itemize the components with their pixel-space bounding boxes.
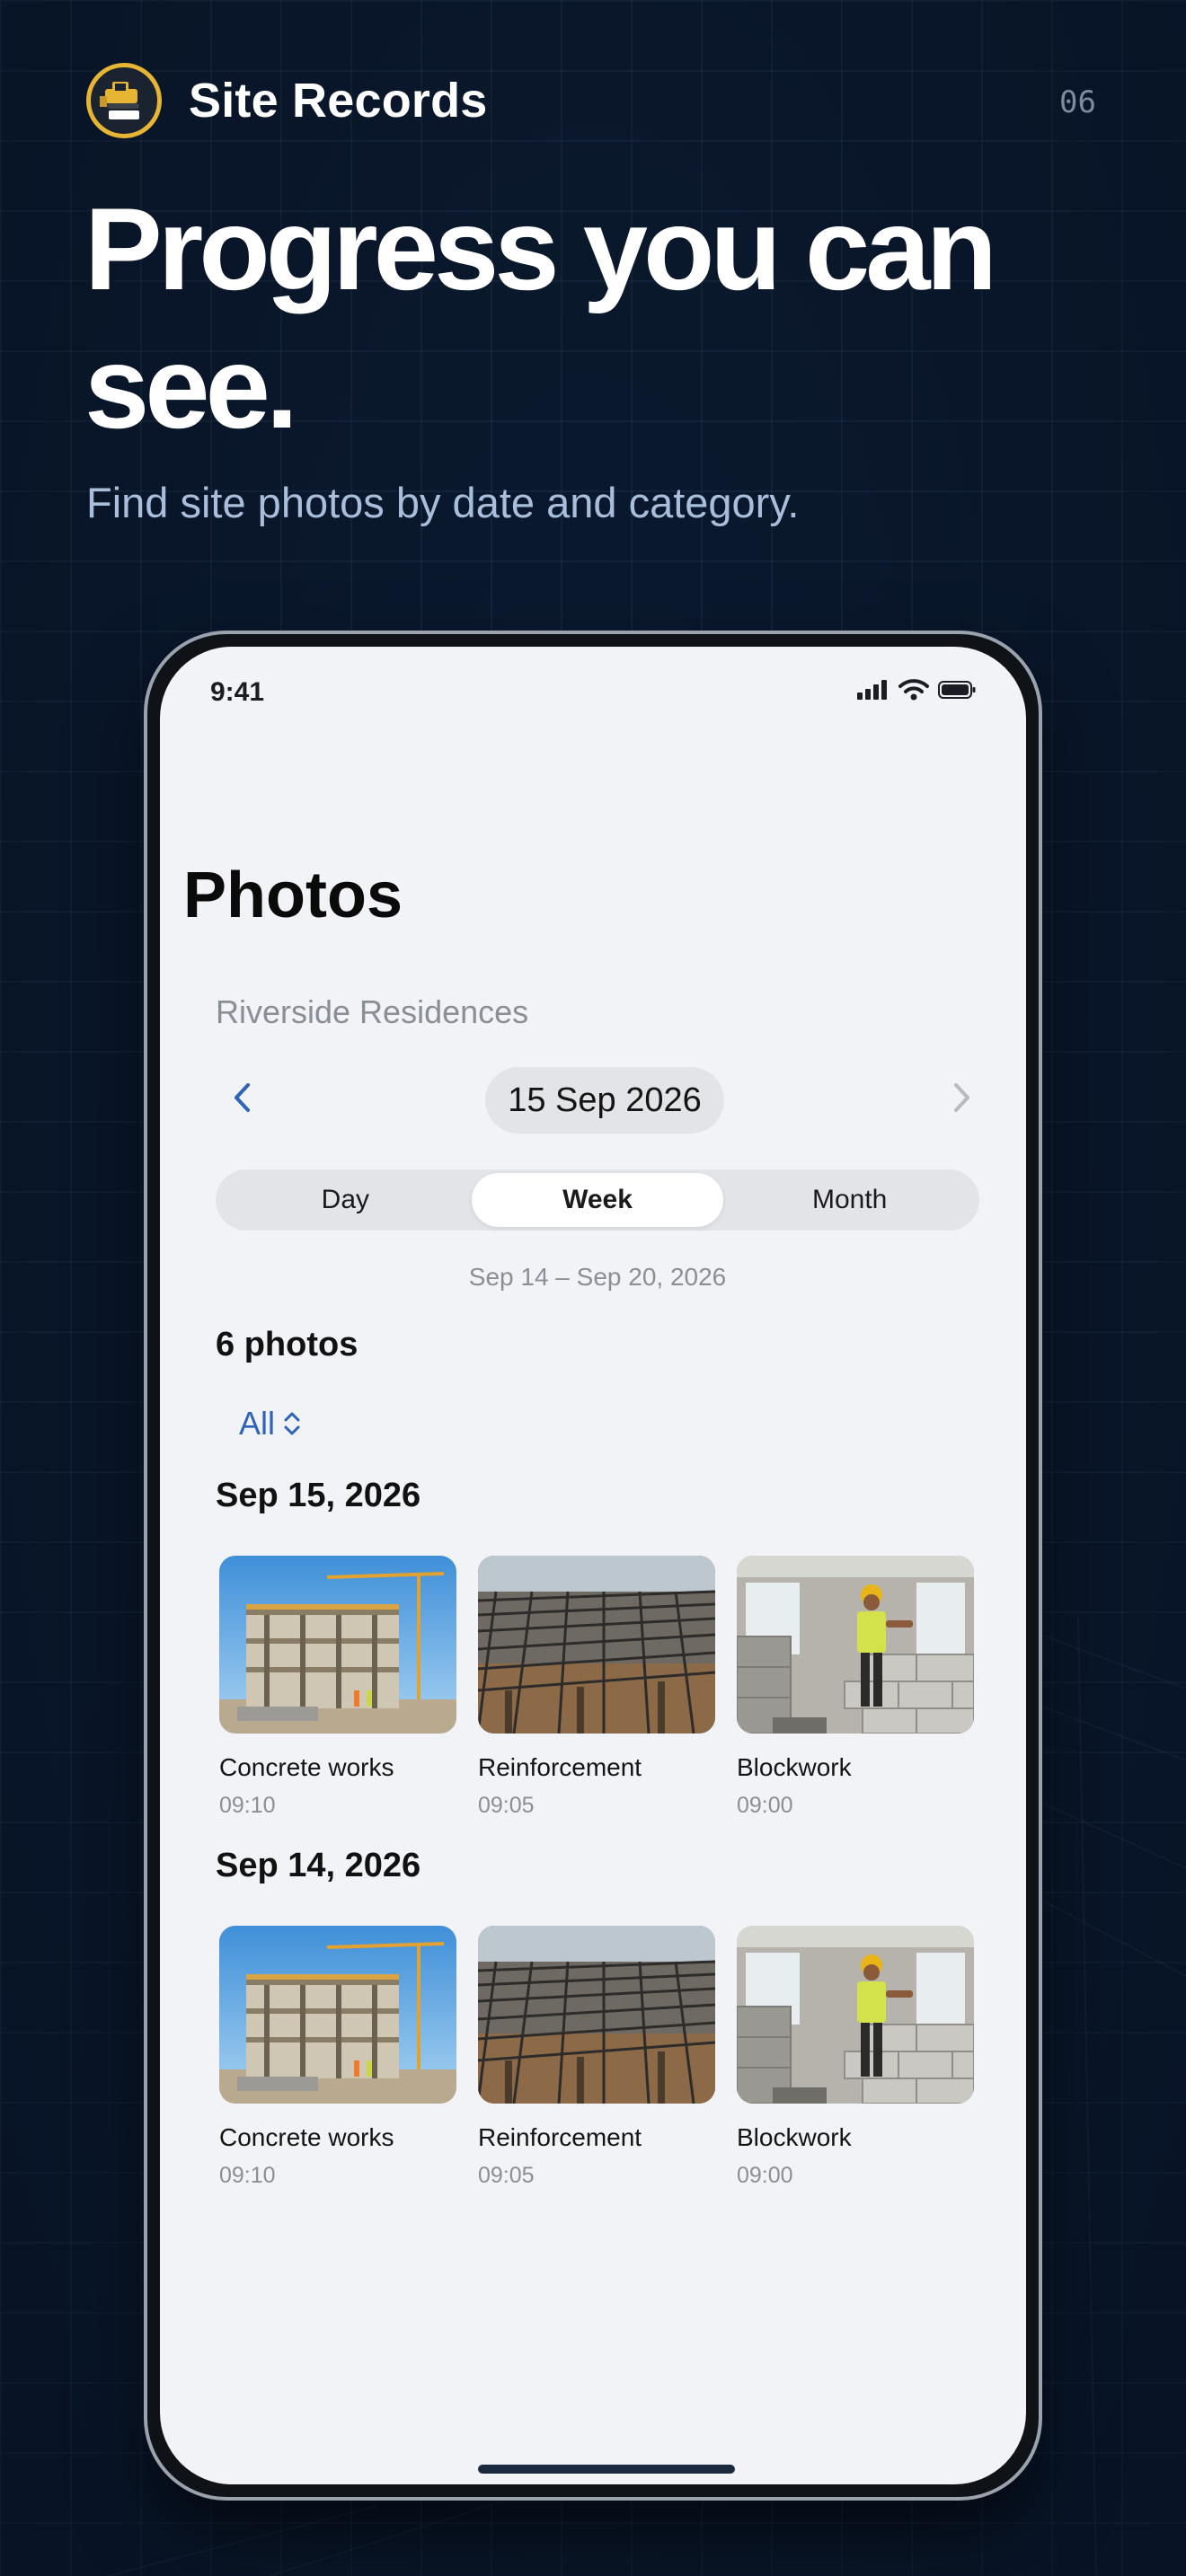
chevron-right-icon	[954, 1083, 969, 1112]
photo-tile[interactable]: Concrete works 09:10	[219, 1556, 456, 1819]
photo-category: Blockwork	[737, 2123, 852, 2151]
category-filter[interactable]: All	[239, 1405, 302, 1442]
photo-category: Reinforcement	[478, 2123, 642, 2151]
photo-time: 09:05	[478, 1793, 535, 1818]
photo-time: 09:00	[737, 2163, 793, 2188]
photo-category: Reinforcement	[478, 1753, 642, 1781]
day-header: Sep 14, 2026	[216, 1847, 421, 1884]
photo-tile[interactable]: Blockwork 09:00	[737, 1556, 974, 1819]
battery-icon	[938, 681, 976, 699]
segment-month[interactable]: Month	[723, 1173, 976, 1227]
photo-tile[interactable]: Concrete works 09:10	[219, 1926, 456, 2189]
page-number: 06	[1059, 84, 1096, 120]
photo-tile[interactable]: Blockwork 09:00	[737, 1926, 974, 2189]
photo-category: Concrete works	[219, 1753, 394, 1781]
photo-time: 09:05	[478, 2163, 535, 2188]
previous-date-button[interactable]	[216, 1071, 270, 1125]
headline: Progress you can see.	[84, 183, 997, 453]
phone-screen: 9:41 Photos Riverside Residences 15 Sep …	[160, 647, 1026, 2484]
status-icons	[857, 679, 976, 701]
project-name: Riverside Residences	[216, 993, 529, 1030]
signal-icon	[857, 680, 887, 700]
subheadline: Find site photos by date and category.	[86, 479, 800, 526]
photo-time: 09:10	[219, 1793, 276, 1818]
building-frame-photo	[219, 1926, 456, 2104]
date-range-label: Sep 14 – Sep 20, 2026	[468, 1263, 727, 1291]
phone-frame: 9:41 Photos Riverside Residences 15 Sep …	[144, 631, 1042, 2501]
photo-count: 6 photos	[216, 1326, 358, 1363]
brand-name: Site Records	[189, 74, 488, 128]
photo-tile[interactable]: Reinforcement 09:05	[478, 1556, 715, 1819]
home-indicator[interactable]	[478, 2465, 735, 2474]
chevron-up-down-icon	[284, 1412, 300, 1435]
brand: Site Records	[86, 63, 488, 138]
segment-day[interactable]: Day	[219, 1173, 472, 1227]
category-filter-value: All	[239, 1405, 276, 1442]
screen-title: Photos	[183, 860, 403, 931]
rebar-grid-photo	[478, 1926, 715, 2104]
segment-week[interactable]: Week	[471, 1173, 724, 1227]
building-frame-photo	[219, 1556, 456, 1734]
photo-time: 09:10	[219, 2163, 276, 2188]
photo-time: 09:00	[737, 1793, 793, 1818]
mason-worker-photo	[737, 1556, 974, 1734]
current-date-button[interactable]: 15 Sep 2026	[485, 1067, 724, 1134]
photo-category: Concrete works	[219, 2123, 394, 2151]
wifi-icon	[898, 679, 929, 701]
site-records-logo	[86, 63, 162, 138]
photo-tile[interactable]: Reinforcement 09:05	[478, 1926, 715, 2189]
next-date-button[interactable]	[934, 1071, 988, 1125]
day-header: Sep 15, 2026	[216, 1477, 421, 1514]
chevron-left-icon	[235, 1083, 250, 1112]
mason-worker-photo	[737, 1926, 974, 2104]
status-time: 9:41	[210, 677, 265, 707]
range-segmented-control: Day Week Month	[216, 1169, 979, 1231]
rebar-grid-photo	[478, 1556, 715, 1734]
photo-category: Blockwork	[737, 1753, 852, 1781]
